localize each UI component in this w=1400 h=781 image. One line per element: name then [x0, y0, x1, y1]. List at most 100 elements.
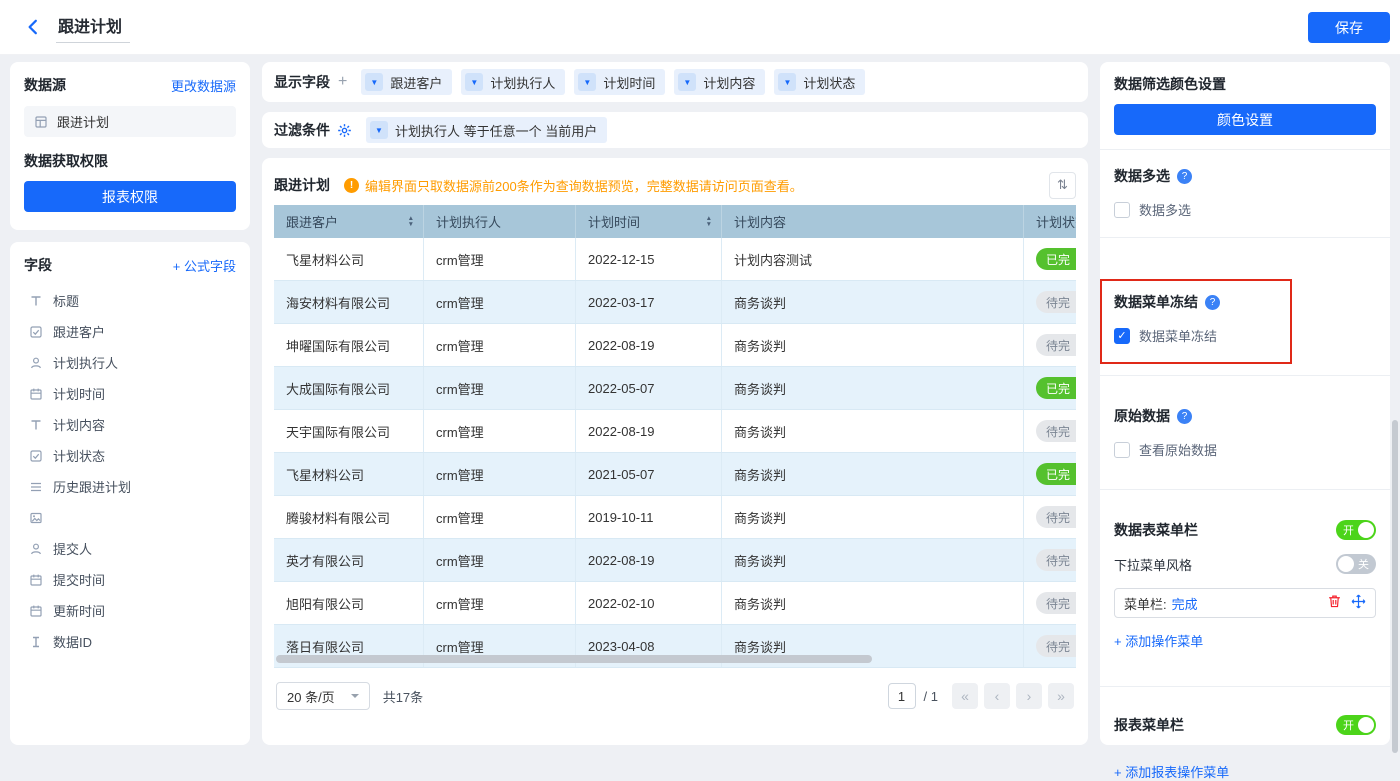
field-item[interactable]: 提交时间: [24, 564, 236, 595]
field-item[interactable]: 更新时间: [24, 595, 236, 626]
horizontal-scrollbar[interactable]: [276, 655, 872, 663]
text-icon: [28, 418, 44, 432]
field-item-label: 计划内容: [53, 415, 105, 434]
form-icon: [28, 449, 44, 463]
help-icon[interactable]: ?: [1177, 169, 1192, 184]
display-field-chip[interactable]: ▼计划内容: [674, 69, 765, 95]
field-item[interactable]: 历史跟进计划: [24, 471, 236, 502]
cell-content: 商务谈判: [722, 410, 1024, 452]
table-row[interactable]: 大成国际有限公司crm管理2022-05-07商务谈判已完: [274, 367, 1076, 410]
field-item[interactable]: 标题: [24, 285, 236, 316]
field-item[interactable]: 计划执行人: [24, 347, 236, 378]
divider: [1100, 375, 1390, 376]
table-row[interactable]: 飞星材料公司crm管理2022-12-15计划内容测试已完: [274, 238, 1076, 281]
cell-executor: crm管理: [424, 367, 576, 409]
save-button[interactable]: 保存: [1308, 12, 1390, 43]
color-settings-button[interactable]: 颜色设置: [1114, 104, 1376, 135]
checkbox-label: 数据多选: [1139, 200, 1191, 219]
field-item[interactable]: 计划时间: [24, 378, 236, 409]
cell-content: 商务谈判: [722, 281, 1024, 323]
display-field-chip[interactable]: ▼ 计划执行人: [461, 69, 565, 95]
help-icon[interactable]: ?: [1177, 409, 1192, 424]
column-header-status[interactable]: 计划状态: [1024, 205, 1076, 238]
chip-label: 计划执行人: [490, 73, 555, 92]
datasource-item-label: 跟进计划: [57, 112, 109, 131]
report-menubar-toggle[interactable]: 开: [1336, 715, 1376, 735]
status-badge: 待完: [1036, 506, 1076, 528]
filter-chip[interactable]: ▼ 计划执行人 等于任意一个 当前用户: [366, 117, 607, 143]
cell-executor: crm管理: [424, 582, 576, 624]
trash-icon[interactable]: [1327, 594, 1342, 612]
page-title[interactable]: 跟进计划: [56, 11, 130, 43]
sort-button[interactable]: ⇅: [1049, 172, 1076, 199]
report-permission-button[interactable]: 报表权限: [24, 181, 236, 212]
back-button[interactable]: [24, 18, 42, 36]
vertical-scrollbar[interactable]: [1392, 420, 1398, 753]
column-header-content[interactable]: 计划内容: [722, 205, 1024, 238]
sort-icon[interactable]: ▲▼: [706, 216, 712, 227]
datasource-item[interactable]: 跟进计划: [24, 106, 236, 137]
change-datasource-link[interactable]: 更改数据源: [171, 76, 236, 95]
field-item-label: 标题: [53, 291, 79, 310]
cell-content: 商务谈判: [722, 582, 1024, 624]
table-menubar-toggle[interactable]: 开: [1336, 520, 1376, 540]
page-size-select[interactable]: 20 条/页: [276, 682, 370, 710]
field-item[interactable]: 跟进客户: [24, 316, 236, 347]
multi-select-checkbox[interactable]: 数据多选: [1114, 200, 1376, 219]
first-page-button[interactable]: «: [952, 683, 978, 709]
raw-data-checkbox[interactable]: 查看原始数据: [1114, 440, 1376, 459]
chip-label: 跟进客户: [390, 73, 442, 92]
add-formula-field-link[interactable]: + 公式字段: [173, 256, 236, 275]
person-icon: [28, 542, 44, 556]
move-icon[interactable]: [1351, 594, 1366, 612]
freeze-checkbox[interactable]: ✓ 数据菜单冻结: [1114, 326, 1376, 345]
warning-icon: !: [344, 178, 359, 193]
dropdown-icon: ▼: [465, 73, 483, 91]
column-header-date[interactable]: 计划时间 ▲▼: [576, 205, 722, 238]
table-row[interactable]: 天宇国际有限公司crm管理2022-08-19商务谈判待完: [274, 410, 1076, 453]
field-item[interactable]: 数据ID: [24, 626, 236, 657]
add-menu-link[interactable]: + 添加操作菜单: [1114, 631, 1203, 650]
last-page-button[interactable]: »: [1048, 683, 1074, 709]
column-header-executor[interactable]: 计划执行人: [424, 205, 576, 238]
data-table: 跟进客户 ▲▼ 计划执行人 计划时间 ▲▼ 计划内容 计划状态 飞星材料公司cr…: [274, 205, 1076, 668]
sort-icon[interactable]: ▲▼: [408, 216, 414, 227]
status-badge: 待完: [1036, 420, 1076, 442]
help-icon[interactable]: ?: [1205, 295, 1220, 310]
form-icon: [28, 325, 44, 339]
text-icon: [28, 294, 44, 308]
toggle-label: 关: [1358, 556, 1369, 572]
add-report-menu-link[interactable]: + 添加报表操作菜单: [1114, 762, 1229, 781]
total-count: 共17条: [383, 687, 423, 706]
field-item[interactable]: 提交人: [24, 533, 236, 564]
table-row[interactable]: 英才有限公司crm管理2022-08-19商务谈判待完: [274, 539, 1076, 582]
table-row[interactable]: 飞星材料公司crm管理2021-05-07商务谈判已完: [274, 453, 1076, 496]
menu-item[interactable]: 菜单栏: 完成: [1114, 588, 1376, 618]
add-display-field-button[interactable]: +: [338, 73, 347, 91]
field-item-label: 提交时间: [53, 570, 105, 589]
field-item[interactable]: 计划内容: [24, 409, 236, 440]
column-header-customer[interactable]: 跟进客户 ▲▼: [274, 205, 424, 238]
cell-content: 商务谈判: [722, 539, 1024, 581]
dropdown-style-label: 下拉菜单风格: [1114, 555, 1192, 574]
dropdown-style-toggle[interactable]: 关: [1336, 554, 1376, 574]
display-field-chip[interactable]: ▼计划时间: [574, 69, 665, 95]
next-page-button[interactable]: ›: [1016, 683, 1042, 709]
cell-date: 2022-03-17: [576, 281, 722, 323]
table-row[interactable]: 坤曜国际有限公司crm管理2022-08-19商务谈判待完: [274, 324, 1076, 367]
prev-page-button[interactable]: ‹: [984, 683, 1010, 709]
table-row[interactable]: 腾骏材料有限公司crm管理2019-10-11商务谈判待完: [274, 496, 1076, 539]
cell-executor: crm管理: [424, 238, 576, 280]
field-item[interactable]: [24, 502, 236, 533]
table-row[interactable]: 海安材料有限公司crm管理2022-03-17商务谈判待完: [274, 281, 1076, 324]
page-input[interactable]: 1: [888, 683, 916, 709]
id-icon: [28, 635, 44, 649]
table-row[interactable]: 旭阳有限公司crm管理2022-02-10商务谈判待完: [274, 582, 1076, 625]
gear-icon[interactable]: [337, 123, 352, 138]
field-item[interactable]: 计划状态: [24, 440, 236, 471]
display-field-chip[interactable]: ▼计划状态: [774, 69, 865, 95]
cell-customer: 海安材料有限公司: [274, 281, 424, 323]
display-field-chip[interactable]: ▼跟进客户: [361, 69, 452, 95]
cell-customer: 大成国际有限公司: [274, 367, 424, 409]
field-item-label: 数据ID: [53, 632, 92, 651]
